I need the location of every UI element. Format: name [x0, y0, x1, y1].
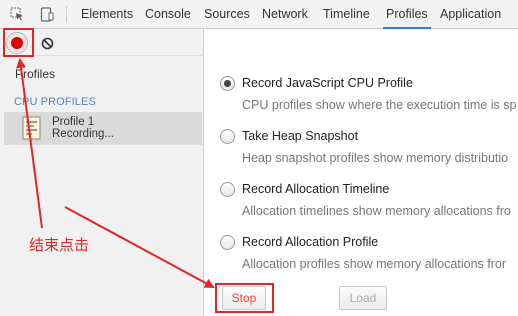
tab-profiles[interactable]: Profiles	[383, 0, 431, 29]
load-button[interactable]: Load	[339, 286, 387, 310]
device-mode-icon[interactable]	[36, 0, 58, 28]
clear-icon	[41, 37, 53, 49]
profile-list-item[interactable]: Profile 1 Recording...	[4, 112, 202, 145]
tab-sources[interactable]: Sources	[204, 0, 250, 28]
profile-status: Recording...	[52, 128, 115, 140]
inspect-element-icon[interactable]	[6, 0, 28, 28]
option-label: Record JavaScript CPU Profile	[242, 76, 413, 90]
radio-allocation-timeline[interactable]	[220, 182, 235, 197]
tab-network[interactable]: Network	[262, 0, 308, 28]
profile-launcher-panel: Record JavaScript CPU Profile CPU profil…	[205, 29, 518, 316]
tab-elements[interactable]: Elements	[81, 0, 133, 28]
toolbar-divider	[66, 6, 67, 22]
option-label: Take Heap Snapshot	[242, 129, 359, 143]
option-description: CPU profiles show where the execution ti…	[242, 98, 517, 112]
option-label: Record Allocation Timeline	[242, 182, 390, 196]
cpu-profiles-section-header: CPU PROFILES	[14, 96, 96, 108]
devtools-tab-bar: Elements Console Sources Network Timelin…	[0, 0, 518, 29]
tab-console[interactable]: Console	[145, 0, 191, 28]
profile-document-icon	[22, 116, 41, 140]
tab-application[interactable]: Application	[440, 0, 501, 28]
profiles-sidebar: Profiles CPU PROFILES Profile 1 Recordin…	[0, 29, 204, 316]
radio-cpu-profile[interactable]	[220, 76, 235, 91]
tab-timeline[interactable]: Timeline	[323, 0, 370, 28]
clear-all-button[interactable]	[38, 34, 56, 52]
annotation-text: 结束点击	[29, 236, 90, 254]
option-label: Record Allocation Profile	[242, 235, 379, 249]
record-highlight-box	[3, 28, 34, 57]
option-description: Heap snapshot profiles show memory distr…	[242, 151, 509, 165]
stop-highlight-box	[215, 283, 274, 313]
option-description: Allocation timelines show memory allocat…	[242, 204, 511, 218]
radio-heap-snapshot[interactable]	[220, 129, 235, 144]
panel-top-strip	[205, 29, 518, 56]
profiles-heading: Profiles	[15, 67, 56, 81]
option-description: Allocation profiles show memory allocati…	[242, 257, 506, 271]
profile-name: Profile 1	[52, 116, 95, 128]
radio-allocation-profile[interactable]	[220, 235, 235, 250]
